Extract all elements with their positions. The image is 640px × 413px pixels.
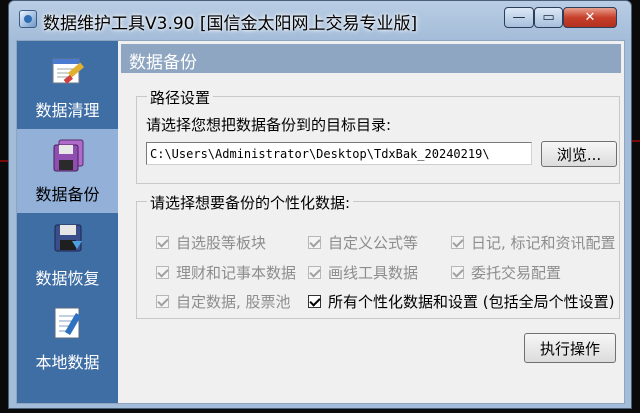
checkbox-box[interactable]: [451, 236, 464, 249]
personal-data-legend: 请选择想要备份的个性化数据:: [147, 192, 354, 213]
close-button[interactable]: ✕: [563, 7, 617, 28]
clean-data-icon: [52, 58, 85, 84]
checkbox-box[interactable]: [156, 266, 169, 279]
sidebar-item-clean[interactable]: 数据清理: [17, 45, 118, 129]
sidebar-item-backup[interactable]: 数据备份: [17, 129, 118, 213]
maximize-button[interactable]: ▭: [534, 7, 563, 28]
path-settings-legend: 路径设置: [147, 87, 214, 108]
path-prompt: 请选择您想把数据备份到的目标目录:: [146, 116, 392, 134]
execute-button[interactable]: 执行操作: [524, 333, 616, 363]
checkbox-label: 所有个性化数据和设置 (包括全局个性设置): [328, 293, 615, 311]
checkbox-box[interactable]: [156, 295, 169, 308]
sidebar-item-label: 数据清理: [35, 101, 100, 120]
main-panel: 数据备份 路径设置 请选择您想把数据备份到的目标目录: 浏览... 请选择想要备…: [118, 41, 624, 403]
desktop-background: [0, 160, 8, 162]
backup-data-icon: [53, 139, 84, 172]
checkbox-diary-config[interactable]: 日记, 标记和资讯配置: [451, 232, 616, 253]
maximize-icon: ▭: [542, 10, 555, 25]
minimize-icon: —: [512, 10, 526, 25]
sidebar-item-local[interactable]: 本地数据: [17, 297, 118, 381]
window-title: 数据维护工具V3.90 [国信金太阳网上交易专业版]: [43, 14, 418, 34]
desktop-background-accent: [632, 140, 640, 142]
section-header: 数据备份: [121, 44, 621, 73]
checkbox-label: 理财和记事本数据: [176, 264, 297, 282]
sidebar-item-label: 数据备份: [35, 185, 100, 204]
app-window: 数据维护工具V3.90 [国信金太阳网上交易专业版] — ▭ ✕ 数据清理 数据…: [8, 0, 632, 409]
checkbox-box[interactable]: [308, 266, 321, 279]
close-icon: ✕: [584, 10, 596, 25]
checkbox-label: 委托交易配置: [471, 264, 562, 282]
path-settings-group: [136, 96, 620, 184]
checkbox-label: 自选股等板块: [176, 234, 267, 252]
checkbox-drawing-tools[interactable]: 画线工具数据: [308, 262, 418, 283]
target-path-input[interactable]: [146, 142, 532, 165]
sidebar-item-label: 数据恢复: [35, 269, 100, 288]
restore-data-icon: [54, 224, 82, 252]
section-title: 数据备份: [129, 53, 197, 73]
checkbox-label: 日记, 标记和资讯配置: [471, 234, 616, 252]
sidebar-item-label: 本地数据: [35, 353, 100, 372]
checkbox-watchlist[interactable]: 自选股等板块: [156, 232, 266, 253]
checkbox-box[interactable]: [308, 236, 321, 249]
local-data-icon: [54, 307, 82, 339]
checkbox-finance-notes[interactable]: 理财和记事本数据: [156, 262, 296, 283]
checkbox-trade-config[interactable]: 委托交易配置: [451, 262, 561, 283]
sidebar: 数据清理 数据备份 数据恢复 本地数据: [17, 41, 118, 403]
checkbox-all-personal-data[interactable]: 所有个性化数据和设置 (包括全局个性设置): [308, 291, 614, 312]
browse-button[interactable]: 浏览...: [541, 141, 617, 167]
checkbox-custom-data[interactable]: 自定数据, 股票池: [156, 291, 291, 312]
checkbox-label: 自定义公式等: [328, 234, 419, 252]
checkbox-box[interactable]: [451, 266, 464, 279]
checkbox-box[interactable]: [156, 236, 169, 249]
minimize-button[interactable]: —: [504, 7, 534, 28]
title-bar[interactable]: 数据维护工具V3.90 [国信金太阳网上交易专业版] — ▭ ✕: [9, 1, 631, 37]
checkbox-custom-formula[interactable]: 自定义公式等: [308, 232, 418, 253]
checkbox-box[interactable]: [308, 295, 321, 308]
client-area: 数据清理 数据备份 数据恢复 本地数据 数据备份 路径设置 请选择您想把数据备份…: [16, 40, 625, 404]
sidebar-item-restore[interactable]: 数据恢复: [17, 213, 118, 297]
app-icon: [19, 10, 37, 28]
checkbox-label: 画线工具数据: [328, 264, 419, 282]
checkbox-label: 自定数据, 股票池: [176, 293, 291, 311]
